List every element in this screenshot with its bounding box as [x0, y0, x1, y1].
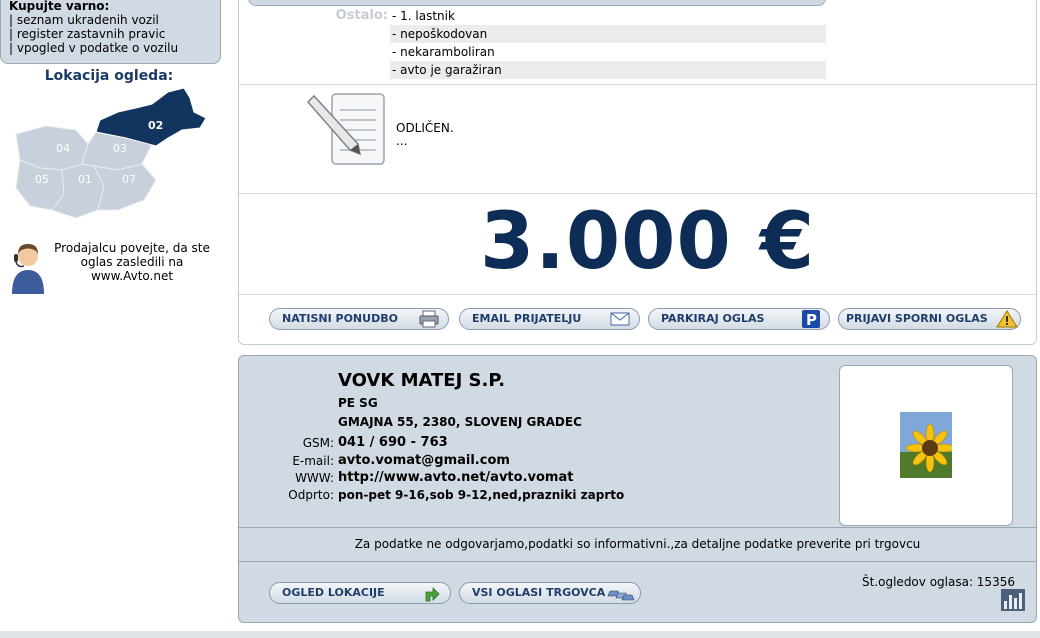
stats-icon[interactable] [1001, 589, 1025, 611]
ostalo-item: - nekaramboliran [392, 45, 495, 59]
description-more: ... [396, 134, 408, 148]
email-friend-label: EMAIL PRIJATELJU [472, 312, 582, 325]
page-bottom-bar [0, 631, 1040, 638]
www-link[interactable]: http://www.avto.net/avto.vomat [338, 470, 573, 485]
safe-buy-title: Kupujte varno: [9, 0, 110, 13]
email-label: E-mail: [292, 454, 334, 468]
dealer-branch: PE SG [338, 396, 378, 410]
section-divider [239, 294, 1036, 295]
pledge-register-link[interactable]: | register zastavnih pravic [9, 27, 220, 41]
vehicle-data-link[interactable]: | vpogled v podatke o vozilu [9, 41, 220, 55]
ostalo-label: Ostalo: [335, 8, 388, 23]
svg-text:P: P [806, 311, 817, 328]
top-section-strip [248, 0, 826, 6]
all-dealer-ads-label: VSI OGLASI TRGOVCA [472, 586, 606, 599]
ostalo-item: - nepoškodovan [390, 25, 826, 43]
view-location-label: OGLED LOKACIJE [282, 586, 385, 599]
hours-value: pon-pet 9-16,sob 9-12,ned,prazniki zaprt… [338, 488, 625, 502]
description-title: ODLIČEN. [396, 121, 454, 135]
price: 3.000 € [480, 197, 816, 287]
map-label-07: 07 [122, 173, 136, 186]
parking-icon: P [802, 310, 820, 328]
view-count: Št.ogledov oglasa: 15356 [862, 575, 1015, 589]
section-divider [239, 84, 1036, 85]
all-dealer-ads-button[interactable]: VSI OGLASI TRGOVCA [459, 582, 641, 604]
dealer-address: GMAJNA 55, 2380, SLOVENJ GRADEC [338, 415, 582, 429]
location-title: Lokacija ogleda: [44, 68, 174, 84]
printer-icon [419, 310, 439, 328]
view-location-button[interactable]: OGLED LOKACIJE [269, 582, 451, 604]
gsm-label: GSM: [302, 436, 334, 450]
gsm-value: 041 / 690 - 763 [338, 435, 448, 450]
dealer-divider [239, 561, 1036, 562]
dealer-logo [900, 412, 952, 478]
print-offer-button[interactable]: NATISNI PONUDBO [269, 308, 449, 330]
agent-message: Prodajalcu povejte, da ste oglas zasledi… [54, 241, 210, 283]
slovenia-region-map[interactable]: 02 04 03 05 01 07 [6, 86, 216, 226]
report-ad-button[interactable]: PRIJAVI SPORNI OGLAS [838, 308, 1021, 330]
section-divider [239, 193, 1036, 194]
print-offer-label: NATISNI PONUDBO [282, 312, 398, 325]
report-ad-label: PRIJAVI SPORNI OGLAS [846, 312, 988, 325]
map-label-05: 05 [35, 173, 49, 186]
notepad-icon [306, 93, 385, 165]
ostalo-item: - avto je garažiran [390, 61, 826, 79]
disclaimer: Za podatke ne odgovarjamo,podatki so inf… [354, 537, 921, 551]
map-label-02: 02 [148, 119, 163, 132]
www-label: WWW: [295, 471, 334, 485]
dealer-name: VOVK MATEJ S.P. [338, 370, 506, 391]
map-label-03: 03 [113, 142, 127, 155]
ostalo-item: - 1. lastnik [392, 9, 455, 23]
map-label-01: 01 [78, 173, 92, 186]
email-friend-button[interactable]: EMAIL PRIJATELJU [459, 308, 640, 330]
map-label-04: 04 [56, 142, 70, 155]
dealer-divider [239, 527, 1036, 528]
map-region-07[interactable] [93, 163, 157, 211]
park-ad-button[interactable]: PARKIRAJ OGLAS P [648, 308, 830, 330]
email-value[interactable]: avto.vomat@gmail.com [338, 453, 510, 468]
stolen-vehicles-link[interactable]: | seznam ukradenih vozil [9, 13, 220, 27]
cars-icon [607, 590, 635, 601]
arrow-icon [425, 587, 440, 602]
park-ad-label: PARKIRAJ OGLAS [661, 312, 765, 325]
hours-label: Odprto: [288, 488, 334, 502]
page: Kupujte varno: | seznam ukradenih vozil … [0, 0, 1040, 638]
warning-icon [996, 310, 1018, 328]
envelope-icon [610, 312, 630, 326]
safe-buy-box: Kupujte varno: | seznam ukradenih vozil … [0, 0, 221, 64]
agent-icon [12, 244, 44, 294]
